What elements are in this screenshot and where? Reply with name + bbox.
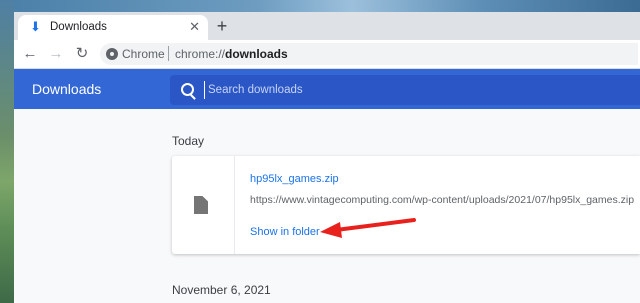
url-path: downloads — [225, 47, 288, 61]
address-bar[interactable]: Chrome chrome://downloads — [100, 43, 638, 65]
reload-icon[interactable]: ↻ — [72, 44, 92, 64]
chrome-site-icon — [106, 48, 118, 60]
tab-strip: ⬇ Downloads ✕ + — [14, 12, 640, 40]
site-label: Chrome — [122, 47, 165, 61]
downloads-list: Today hp95lx_games.zip https://www.vinta… — [14, 109, 640, 303]
date-heading-nov: November 6, 2021 — [172, 283, 271, 297]
tab-title: Downloads — [50, 21, 107, 33]
forward-icon[interactable]: → — [46, 44, 66, 64]
file-icon — [194, 196, 208, 214]
url-scheme: chrome:// — [175, 47, 226, 61]
annotation-arrow — [320, 218, 416, 238]
file-name-link[interactable]: hp95lx_games.zip — [250, 173, 339, 185]
desktop-background-left — [0, 0, 14, 303]
tab-downloads[interactable]: ⬇ Downloads ✕ — [18, 15, 208, 40]
toolbar: ← → ↻ Chrome chrome://downloads — [14, 40, 640, 69]
date-heading-today: Today — [172, 134, 205, 148]
downloads-header: Downloads — [14, 69, 640, 109]
search-icon[interactable] — [181, 83, 194, 96]
new-tab-button[interactable]: + — [212, 16, 232, 36]
address-url: chrome://downloads — [175, 47, 288, 61]
search-box[interactable] — [170, 75, 640, 105]
address-separator — [168, 46, 169, 61]
search-input[interactable] — [204, 81, 628, 99]
file-source-url: https://www.vintagecomputing.com/wp-cont… — [250, 194, 635, 206]
back-icon[interactable]: ← — [20, 44, 40, 64]
show-in-folder-link[interactable]: Show in folder — [250, 226, 320, 238]
browser-window: ⬇ Downloads ✕ + ← → ↻ Chrome chrome://do… — [14, 12, 640, 303]
file-icon-container — [172, 156, 235, 254]
page-title: Downloads — [32, 81, 102, 97]
close-icon[interactable]: ✕ — [189, 19, 200, 35]
download-item: hp95lx_games.zip https://www.vintagecomp… — [172, 156, 640, 254]
download-icon: ⬇ — [30, 19, 41, 34]
